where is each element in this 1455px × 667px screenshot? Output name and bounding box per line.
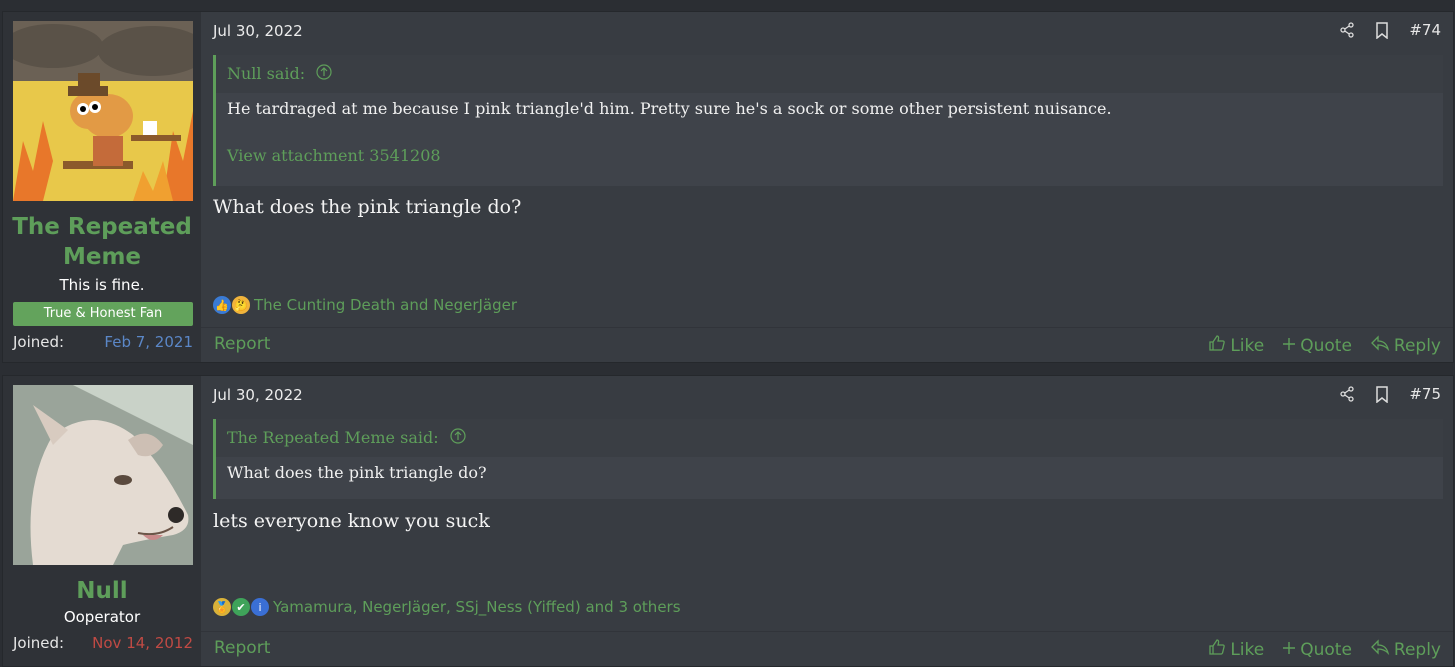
quote-button[interactable]: Quote — [1282, 334, 1352, 357]
user-banner: True & Honest Fan — [13, 302, 193, 326]
quote-block: Null said: He tardraged at me because I … — [213, 55, 1443, 186]
arrow-up-circle-icon[interactable] — [316, 56, 332, 94]
post-75: Null Ooperator Joined: Nov 14, 2012 Jul … — [2, 375, 1454, 667]
like-button[interactable]: Like — [1208, 334, 1264, 357]
post-actions: Like Quote Reply — [1208, 334, 1441, 357]
quote-label: Quote — [1300, 639, 1352, 660]
reactions-bar[interactable]: 👍 🤔 The Cunting Death and NegerJäger — [213, 296, 517, 314]
post-main: Jul 30, 2022 #74 Null said: He tardraged… — [201, 12, 1453, 362]
report-link[interactable]: Report — [214, 334, 270, 354]
medal-reaction-icon: 🏅 — [213, 598, 231, 616]
username[interactable]: The Repeated Meme — [3, 212, 201, 272]
post-actions: Like Quote Reply — [1208, 638, 1441, 661]
quote-label: Quote — [1300, 335, 1352, 356]
post-main: Jul 30, 2022 #75 The Repeated Meme said:… — [201, 376, 1453, 666]
check-reaction-icon: ✔ — [232, 598, 250, 616]
post-tools: #74 — [1339, 21, 1441, 39]
like-button[interactable]: Like — [1208, 638, 1264, 661]
user-title: This is fine. — [59, 276, 145, 294]
joined-label: Joined: — [13, 333, 65, 351]
joined-date: Nov 14, 2012 — [92, 634, 193, 652]
reactions-list[interactable]: The Cunting Death and NegerJäger — [254, 296, 517, 314]
post-74: The Repeated Meme This is fine. True & H… — [2, 11, 1454, 363]
post-tools: #75 — [1339, 385, 1441, 403]
quote-header[interactable]: The Repeated Meme said: — [216, 419, 1443, 457]
reply-label: Reply — [1393, 335, 1441, 356]
post-footer: Report Like Quote Reply — [201, 327, 1453, 362]
joined-label: Joined: — [13, 634, 65, 652]
reply-label: Reply — [1393, 639, 1441, 660]
reply-icon — [1370, 639, 1390, 660]
reactions-bar[interactable]: 🏅 ✔ i Yamamura, NegerJäger, SSj_Ness (Yi… — [213, 598, 681, 616]
user-cell: Null Ooperator Joined: Nov 14, 2012 — [3, 376, 201, 666]
post-date[interactable]: Jul 30, 2022 — [213, 22, 303, 40]
joined-date: Feb 7, 2021 — [104, 333, 193, 351]
post-date[interactable]: Jul 30, 2022 — [213, 386, 303, 404]
quote-author[interactable]: The Repeated Meme said: — [227, 428, 439, 447]
like-label: Like — [1230, 335, 1265, 356]
user-title: Ooperator — [63, 608, 141, 626]
reply-button[interactable]: Reply — [1370, 638, 1441, 661]
avatar[interactable] — [13, 21, 193, 201]
avatar[interactable] — [13, 385, 193, 565]
arrow-up-circle-icon[interactable] — [450, 420, 466, 458]
post-number[interactable]: #75 — [1409, 385, 1441, 403]
quote-text: What does the pink triangle do? — [227, 463, 487, 482]
thumbs-up-icon — [1208, 638, 1226, 661]
quote-body: He tardraged at me because I pink triang… — [216, 93, 1443, 165]
like-label: Like — [1230, 639, 1265, 660]
attachment-link[interactable]: View attachment 3541208 — [227, 146, 1432, 165]
reactions-list[interactable]: Yamamura, NegerJäger, SSj_Ness (Yiffed) … — [273, 598, 681, 616]
message-text: lets everyone know you suck — [213, 510, 490, 532]
report-link[interactable]: Report — [214, 638, 270, 658]
like-reaction-icon: 👍 — [213, 296, 231, 314]
share-icon[interactable] — [1339, 386, 1355, 402]
quote-block: The Repeated Meme said: What does the pi… — [213, 419, 1443, 499]
quote-body: What does the pink triangle do? — [216, 457, 1443, 482]
plus-icon — [1282, 336, 1296, 356]
plus-icon — [1282, 640, 1296, 660]
thinking-reaction-icon: 🤔 — [232, 296, 250, 314]
reply-icon — [1370, 335, 1390, 356]
message-text: What does the pink triangle do? — [213, 196, 522, 218]
quote-author[interactable]: Null said: — [227, 64, 305, 83]
bookmark-icon[interactable] — [1375, 21, 1389, 39]
username[interactable]: Null — [3, 576, 201, 606]
thumbs-up-icon — [1208, 334, 1226, 357]
share-icon[interactable] — [1339, 22, 1355, 38]
quote-header[interactable]: Null said: — [216, 55, 1443, 93]
bookmark-icon[interactable] — [1375, 385, 1389, 403]
info-reaction-icon: i — [251, 598, 269, 616]
reply-button[interactable]: Reply — [1370, 334, 1441, 357]
user-cell: The Repeated Meme This is fine. True & H… — [3, 12, 201, 362]
quote-text: He tardraged at me because I pink triang… — [227, 99, 1112, 118]
post-number[interactable]: #74 — [1409, 21, 1441, 39]
post-footer: Report Like Quote Reply — [201, 631, 1453, 666]
quote-button[interactable]: Quote — [1282, 638, 1352, 661]
